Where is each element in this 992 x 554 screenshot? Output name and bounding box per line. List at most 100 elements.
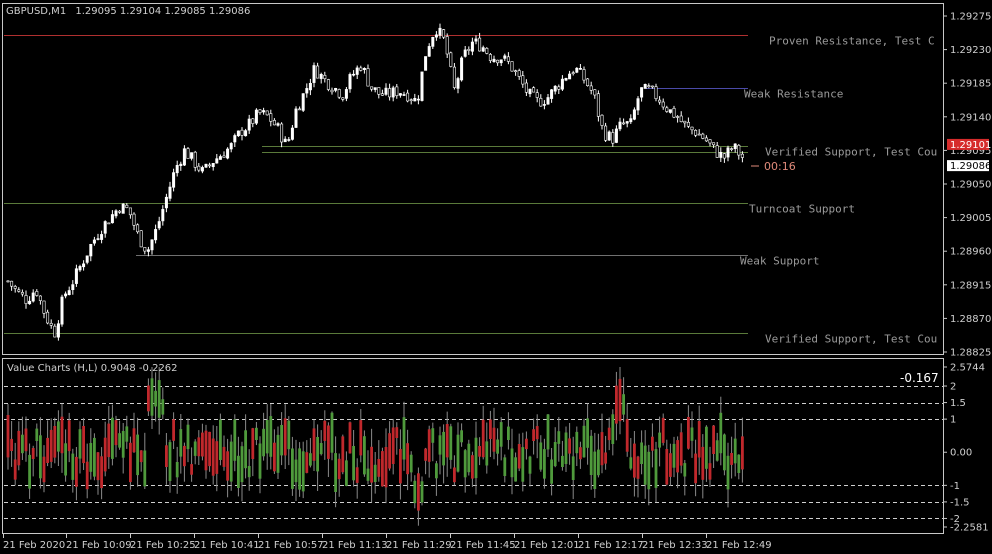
vc-bar-bear: [341, 436, 345, 473]
candle-bull: [92, 239, 96, 244]
vc-bar-bear: [417, 473, 420, 511]
candle-bear: [143, 247, 147, 252]
candle-bull: [719, 152, 723, 158]
vc-bar-bull: [510, 448, 514, 478]
candle-bear: [586, 78, 590, 87]
vc-bar-bear: [100, 456, 103, 489]
vc-current-value: -0.167: [900, 371, 939, 385]
candle-bear: [395, 86, 399, 97]
vc-bar-bull: [39, 435, 42, 479]
candle-bear: [521, 75, 525, 85]
candle-bull: [564, 78, 568, 81]
candle-bull: [499, 59, 503, 64]
candle-bear: [679, 115, 683, 122]
vc-bar-bull: [553, 442, 557, 467]
vc-bar-bear: [132, 428, 136, 453]
vc-bar-bull: [229, 441, 233, 482]
candle-bull: [726, 147, 730, 158]
candle-bear: [366, 68, 370, 87]
vc-bar-bear: [13, 459, 17, 480]
vc-tick-label: 1.5: [950, 398, 966, 409]
vc-bar-bull: [345, 460, 348, 486]
candle-bear: [240, 129, 244, 136]
candle-bear: [125, 204, 129, 208]
candle-bull: [229, 143, 233, 150]
price-tag-label-bid: 1.29086: [950, 161, 991, 172]
vc-bar-bull: [291, 448, 294, 489]
vc-bar-bull: [719, 412, 723, 454]
candle-bull: [413, 98, 417, 102]
candle-bear: [17, 289, 21, 292]
vc-bar-bear: [381, 451, 384, 487]
candle-bear: [280, 123, 284, 143]
candle-bull: [64, 293, 68, 297]
candle-bear: [118, 210, 122, 213]
candle-bear: [661, 101, 665, 108]
price-tick-label: 1.29050: [950, 180, 991, 191]
symbol-name: GBPUSD,M1: [6, 6, 66, 17]
candle-bull: [568, 73, 572, 80]
vc-bar-bull: [571, 456, 575, 480]
candle-bear: [132, 213, 136, 226]
price-tick-label: 1.29140: [950, 112, 991, 123]
candle-bear: [24, 295, 28, 304]
vc-bar-bear: [651, 436, 654, 451]
time-tick-label: 21 Feb 11:13: [322, 540, 388, 551]
vc-bar-bear: [312, 428, 316, 461]
vc-tick-label: 2: [950, 382, 956, 393]
candle-bull: [85, 255, 89, 263]
vc-bar-bear: [183, 445, 186, 467]
candle-bear: [694, 130, 698, 136]
vc-tick-label: 2.5744: [950, 363, 985, 374]
candle-bear: [478, 37, 482, 52]
vc-bar-bear: [197, 437, 201, 457]
vc-bar-bear: [427, 429, 431, 462]
candle-bull: [290, 127, 294, 140]
candle-bull: [100, 234, 104, 240]
candle-bull: [344, 89, 348, 99]
vc-bar-bull: [550, 459, 553, 484]
candle-bull: [560, 78, 564, 90]
candle-bear: [449, 52, 453, 67]
candle-bear: [686, 122, 690, 127]
zone-label-proven_resistance: Proven Resistance, Test C: [769, 35, 935, 48]
vc-bar-bear: [129, 442, 132, 483]
vc-bar-bear: [139, 450, 143, 463]
candle-bear: [222, 155, 226, 158]
candle-bull: [182, 148, 186, 166]
vc-bar-bull: [265, 420, 269, 454]
time-tick-label: 21 Feb 12:33: [642, 540, 708, 551]
vc-bar-bull: [240, 446, 244, 483]
vc-bar-bull: [125, 426, 129, 442]
candle-bear: [139, 230, 143, 248]
vc-bar-bear: [114, 420, 118, 446]
vc-bar-bull: [485, 441, 489, 466]
candle-bull: [373, 87, 377, 90]
vc-bar-bull: [442, 431, 445, 466]
vc-bar-bull: [334, 453, 337, 492]
vc-bar-bull: [589, 435, 593, 475]
vc-bar-bear: [208, 431, 211, 467]
vc-bar-bear: [600, 432, 604, 466]
price-tick-label: 1.28915: [950, 280, 991, 291]
candle-bear: [722, 153, 726, 159]
vc-bar-bear: [31, 448, 35, 459]
vc-bar-bull: [496, 439, 499, 454]
vc-bar-bull: [683, 463, 687, 477]
candle-bear: [665, 107, 669, 112]
vc-bar-bear: [694, 453, 697, 484]
vc-bar-bear: [607, 427, 611, 441]
vc-bar-bear: [568, 438, 571, 454]
candle-bull: [114, 210, 118, 217]
time-tick-label: 21 Feb 11:29: [386, 540, 452, 551]
vc-bar-bear: [172, 419, 175, 441]
vc-bar-bear: [10, 438, 13, 451]
vc-bar-bear: [633, 443, 636, 478]
vc-bar-bear: [211, 438, 215, 476]
vc-bar-bear: [741, 436, 744, 470]
candle-bear: [6, 280, 10, 283]
zone-label-verified_support: Verified Support, Test Cou: [765, 146, 937, 159]
vc-bar-bull: [136, 434, 139, 476]
price-tick-label: 1.28870: [950, 314, 991, 325]
candle-bear: [370, 86, 374, 90]
